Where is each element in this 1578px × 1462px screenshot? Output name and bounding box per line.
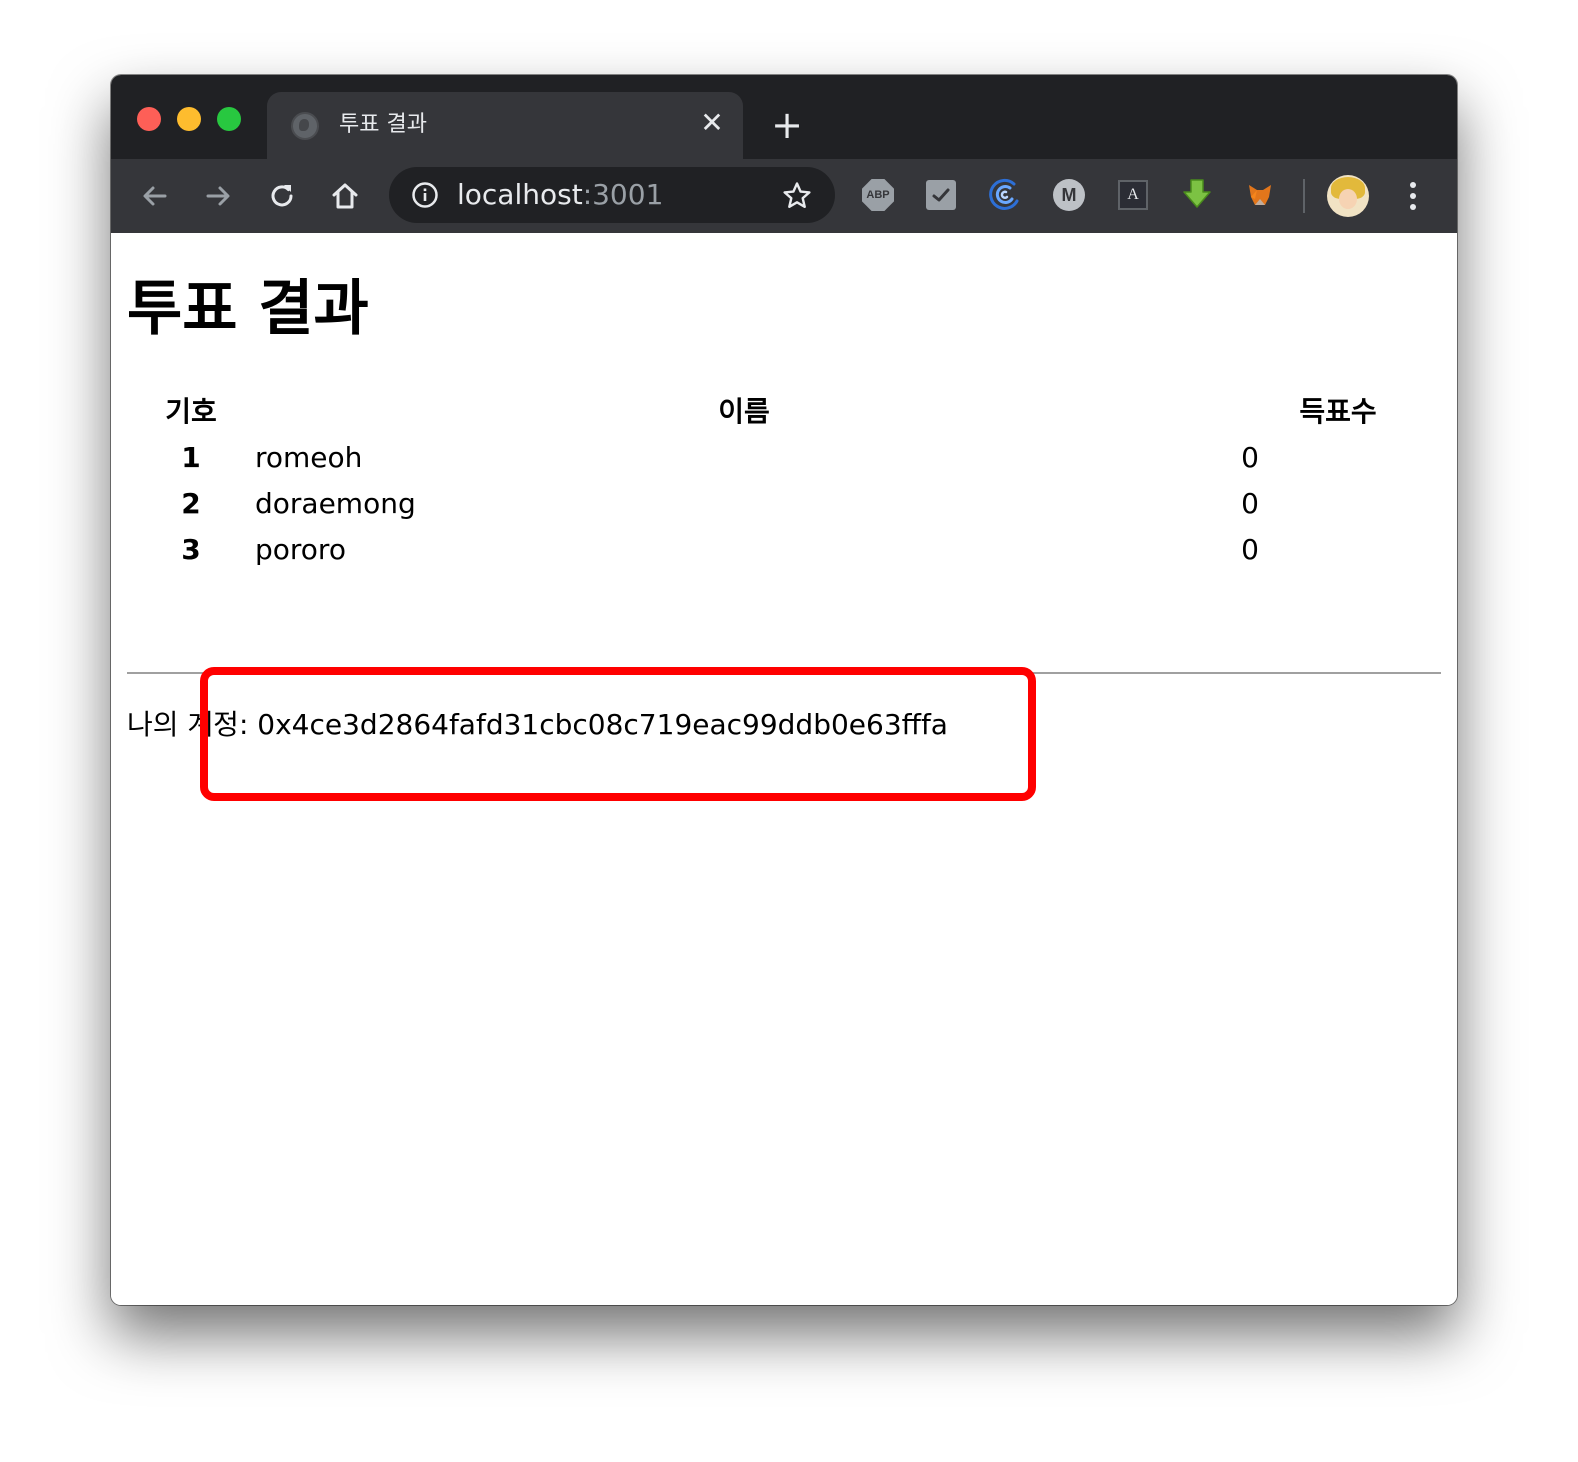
extension-check-button[interactable] — [923, 177, 959, 213]
browser-toolbar: localhost:3001 ABP M A — [111, 159, 1457, 233]
forward-button[interactable] — [198, 176, 238, 216]
download-extension-button[interactable] — [1179, 177, 1215, 213]
tab-strip: 투표 결과 ✕ + — [111, 75, 1457, 159]
wave-icon — [989, 178, 1019, 210]
account-label: 나의 계정: — [127, 708, 258, 741]
page-title: 투표 결과 — [127, 274, 369, 344]
header-votes: 득표수 — [1299, 395, 1377, 428]
address-bar[interactable]: localhost:3001 — [389, 167, 835, 223]
tab-active[interactable]: 투표 결과 ✕ — [267, 92, 743, 159]
window-maximize-button[interactable] — [217, 107, 241, 131]
row-name: pororo — [255, 533, 346, 566]
table-row: 3 pororo 0 — [127, 527, 1441, 573]
row-symbol: 1 — [181, 441, 201, 474]
avatar-face — [1339, 189, 1357, 209]
metamask-extension-button[interactable] — [1242, 177, 1278, 213]
globe-icon — [291, 112, 319, 140]
menu-dot-icon — [1410, 193, 1416, 199]
row-name: doraemong — [255, 487, 416, 520]
star-icon[interactable] — [781, 180, 813, 212]
url-host: localhost — [457, 178, 583, 211]
window-close-button[interactable] — [137, 107, 161, 131]
extension-wave-button[interactable] — [986, 177, 1022, 213]
row-symbol: 3 — [181, 533, 201, 566]
row-name: romeoh — [255, 441, 363, 474]
tab-title: 투표 결과 — [339, 112, 427, 137]
profile-avatar[interactable] — [1327, 175, 1369, 217]
fox-icon — [1249, 185, 1271, 205]
table-header-row: 기호 이름 득표수 — [127, 389, 1441, 435]
url-port: :3001 — [582, 178, 664, 211]
extension-m-button[interactable]: M — [1051, 177, 1087, 213]
arrow-right-icon — [206, 186, 230, 206]
tab-close-icon[interactable]: ✕ — [697, 108, 727, 138]
arrow-left-icon — [143, 186, 167, 206]
row-symbol: 2 — [181, 487, 201, 520]
adblock-extension-button[interactable]: ABP — [860, 177, 896, 213]
account-line: 나의 계정: 0x4ce3d2864fafd31cbc08c719eac99dd… — [127, 705, 948, 745]
window-minimize-button[interactable] — [177, 107, 201, 131]
account-address: 0x4ce3d2864fafd31cbc08c719eac99ddb0e63ff… — [257, 708, 948, 741]
download-arrow-icon — [1183, 179, 1211, 208]
m-logo-icon: M — [1053, 179, 1085, 211]
menu-dot-icon — [1410, 204, 1416, 210]
header-name: 이름 — [718, 395, 770, 428]
table-row: 2 doraemong 0 — [127, 481, 1441, 527]
info-icon[interactable] — [411, 181, 439, 209]
home-button[interactable] — [325, 176, 365, 216]
url-text[interactable]: localhost:3001 — [457, 178, 663, 212]
horizontal-rule — [127, 672, 1441, 674]
home-icon — [332, 183, 358, 209]
toolbar-divider — [1303, 179, 1305, 213]
results-table: 기호 이름 득표수 1 romeoh 0 2 doraemong 0 3 por… — [127, 389, 1441, 573]
adblock-icon: ABP — [862, 179, 894, 211]
header-symbol: 기호 — [165, 395, 217, 428]
row-votes: 0 — [1241, 441, 1259, 474]
extension-a-button[interactable]: A — [1115, 177, 1151, 213]
menu-dot-icon — [1410, 182, 1416, 188]
back-button[interactable] — [135, 176, 175, 216]
check-square-icon — [926, 180, 956, 210]
a-logo-icon: A — [1118, 180, 1148, 210]
browser-menu-button[interactable] — [1397, 177, 1427, 215]
row-votes: 0 — [1241, 533, 1259, 566]
row-votes: 0 — [1241, 487, 1259, 520]
page-content: 투표 결과 기호 이름 득표수 1 romeoh 0 2 doraemong 0… — [111, 233, 1457, 1305]
check-icon — [932, 188, 950, 202]
reload-icon — [271, 185, 293, 207]
table-row: 1 romeoh 0 — [127, 435, 1441, 481]
browser-window: 투표 결과 ✕ + localhost:3001 ABP M A 투표 결과 기… — [111, 75, 1457, 1305]
reload-button[interactable] — [262, 176, 302, 216]
new-tab-button[interactable]: + — [769, 106, 805, 144]
